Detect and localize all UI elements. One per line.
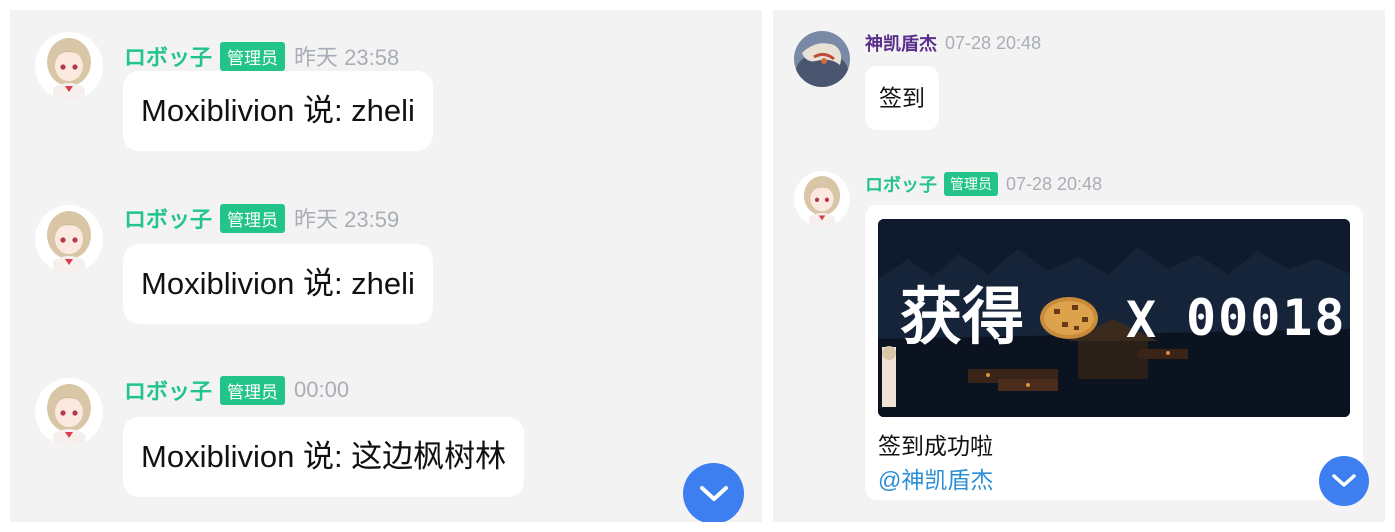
message-bubble[interactable]: Moxiblivion 说: zheli — [123, 244, 433, 324]
message-header: ロボッ子 管理员 07-28 20:48 — [865, 171, 1102, 197]
avatar[interactable] — [35, 378, 103, 446]
message-header: ロボッ子 管理员 昨天 23:58 — [124, 40, 399, 72]
chevron-down-icon — [1332, 474, 1356, 487]
sender-name[interactable]: ロボッ子 — [124, 202, 212, 234]
game-screenshot-image[interactable]: 获得 X 00018 — [878, 219, 1350, 417]
timestamp: 07-28 20:48 — [945, 32, 1042, 53]
reward-count: 00018 — [1186, 289, 1347, 347]
timestamp: 昨天 23:58 — [294, 45, 400, 70]
timestamp: 07-28 20:48 — [1006, 173, 1103, 194]
multiplier-sign: X — [1126, 291, 1157, 349]
sender-name[interactable]: ロボッ子 — [124, 40, 212, 72]
message-bubble[interactable]: 签到 — [865, 66, 939, 130]
message-header: ロボッ子 管理员 00:00 — [124, 374, 349, 406]
sender-name[interactable]: ロボッ子 — [124, 374, 212, 406]
message-bubble[interactable]: Moxiblivion 说: zheli — [123, 71, 433, 151]
scroll-to-bottom-button[interactable] — [683, 463, 744, 522]
timestamp: 昨天 23:59 — [294, 207, 400, 232]
image-message-card[interactable]: 获得 X 00018 签到成功啦 @神凯盾杰 — [865, 205, 1363, 500]
admin-badge: 管理员 — [220, 375, 286, 405]
chevron-down-icon — [699, 485, 728, 501]
avatar[interactable] — [794, 31, 850, 87]
reward-label: 获得 — [900, 280, 1025, 353]
avatar[interactable] — [35, 205, 103, 273]
cookie-icon — [1038, 295, 1100, 341]
scroll-to-bottom-button[interactable] — [1319, 456, 1369, 506]
chat-panel-left[interactable]: ロボッ子 管理员 昨天 23:58 Moxiblivion 说: zheli ロ… — [10, 10, 762, 522]
message-header: 神凯盾杰 07-28 20:48 — [865, 30, 1041, 56]
admin-badge: 管理员 — [944, 172, 998, 196]
avatar[interactable] — [794, 171, 850, 227]
admin-badge: 管理员 — [220, 203, 286, 233]
sender-name[interactable]: 神凯盾杰 — [865, 30, 937, 56]
admin-badge: 管理员 — [220, 41, 286, 71]
timestamp: 00:00 — [294, 377, 350, 402]
checkin-success-text: 签到成功啦 — [878, 433, 993, 459]
user-mention-link[interactable]: @神凯盾杰 — [878, 461, 993, 495]
message-bubble[interactable]: Moxiblivion 说: 这边枫树林 — [123, 417, 525, 497]
chat-panel-right[interactable]: 神凯盾杰 07-28 20:48 签到 ロボッ子 管理员 07-28 20:48 — [773, 10, 1385, 522]
message-header: ロボッ子 管理员 昨天 23:59 — [124, 202, 399, 234]
avatar[interactable] — [35, 32, 103, 100]
sender-name[interactable]: ロボッ子 — [865, 171, 937, 197]
